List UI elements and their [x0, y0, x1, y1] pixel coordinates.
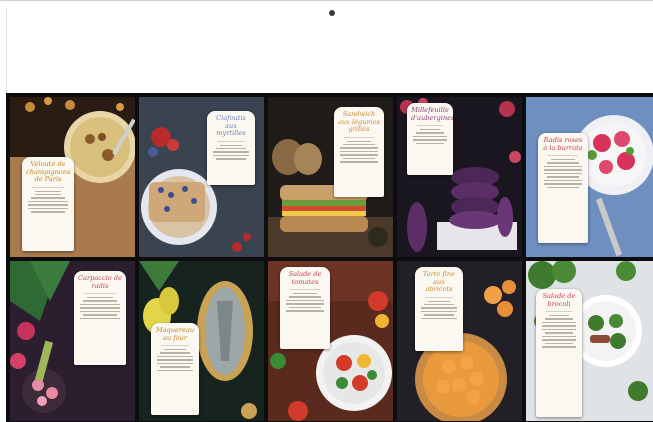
recipe-title: Radis roses à la burrata: [543, 136, 583, 152]
gallery-tile[interactable]: Radis roses à la burrata: [526, 97, 653, 257]
gallery-tile[interactable]: Sandwich aux légumes grillés: [268, 97, 393, 257]
recipe-gallery: Velouté de champignons de Paris Clafouti…: [6, 93, 653, 422]
recipe-title: Maquereau au four: [155, 326, 195, 342]
tablet-bezel: [6, 7, 653, 93]
recipe-card: Carpaccio de radis: [74, 271, 126, 365]
recipe-card: Salade de brocoli: [536, 289, 582, 417]
recipe-card: Sandwich aux légumes grillés: [334, 107, 384, 197]
recipe-title: Salade de brocoli: [542, 292, 576, 308]
tablet-frame: Velouté de champignons de Paris Clafouti…: [0, 0, 653, 422]
recipe-title: Velouté de champignons de Paris: [26, 160, 71, 183]
gallery-tile[interactable]: Maquereau au four: [139, 261, 264, 421]
recipe-title: Salade de tomates: [288, 270, 322, 286]
gallery-tile[interactable]: Clafoutis aux myrtilles: [139, 97, 264, 257]
gallery-tile[interactable]: Velouté de champignons de Paris: [10, 97, 135, 257]
camera-icon: [329, 10, 335, 16]
recipe-title: Tarte fine aux abricots: [422, 270, 456, 293]
screen: Velouté de champignons de Paris Clafouti…: [6, 93, 653, 422]
recipe-card: Tarte fine aux abricots: [415, 267, 463, 351]
recipe-card: Clafoutis aux myrtilles: [207, 111, 255, 185]
gallery-tile[interactable]: Carpaccio de radis: [10, 261, 135, 421]
recipe-card: Millefeuille d'aubergines: [407, 103, 453, 175]
recipe-title: Sandwich aux légumes grillés: [338, 110, 381, 133]
gallery-tile[interactable]: Salade de tomates: [268, 261, 393, 421]
recipe-card: Salade de tomates: [280, 267, 330, 349]
recipe-card: Maquereau au four: [151, 323, 199, 415]
gallery-tile[interactable]: Salade de brocoli: [526, 261, 653, 421]
recipe-title: Millefeuille d'aubergines: [411, 106, 453, 122]
recipe-card: Velouté de champignons de Paris: [22, 157, 74, 251]
recipe-card: Radis roses à la burrata: [538, 133, 588, 243]
gallery-tile[interactable]: Tarte fine aux abricots: [397, 261, 522, 421]
recipe-title: Clafoutis aux myrtilles: [216, 114, 246, 137]
gallery-tile[interactable]: Millefeuille d'aubergines: [397, 97, 522, 257]
recipe-title: Carpaccio de radis: [78, 274, 122, 290]
